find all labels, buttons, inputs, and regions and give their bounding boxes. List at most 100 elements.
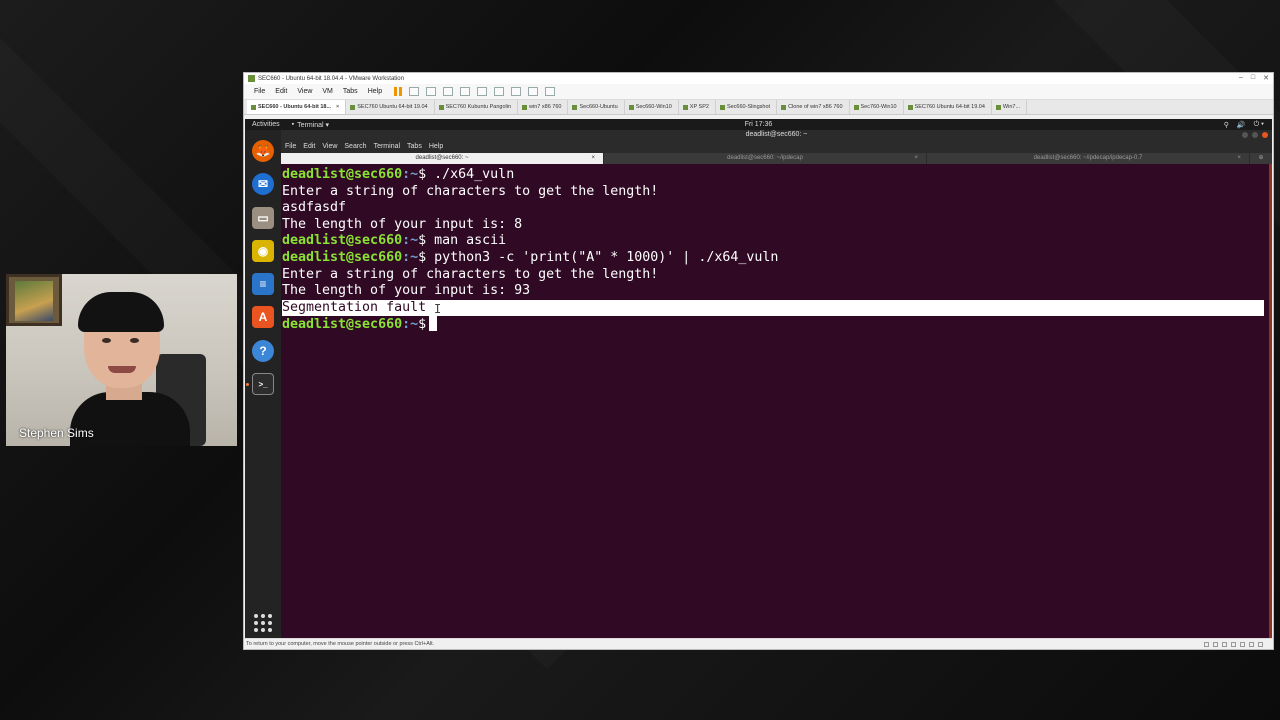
printer-icon[interactable]: [1249, 642, 1254, 647]
hdd-icon[interactable]: [1204, 642, 1209, 647]
vm-tab[interactable]: SEC760 Ubuntu 64-bit 19.04: [346, 100, 435, 114]
terminal-tab[interactable]: deadlist@sec660: ~ ×: [281, 153, 604, 164]
terminal-tabs: deadlist@sec660: ~ × deadlist@sec660: ~/i…: [281, 153, 1272, 164]
vm-icon: [719, 104, 725, 110]
term-menu-view[interactable]: View: [322, 143, 337, 150]
close-tab-icon[interactable]: ×: [1237, 153, 1241, 164]
term-menu-help[interactable]: Help: [429, 143, 443, 150]
firefox-icon[interactable]: 🦊: [252, 140, 274, 162]
vm-tab[interactable]: Sec660-Ubuntu: [568, 100, 625, 114]
term-menu-search[interactable]: Search: [344, 143, 366, 150]
terminal-line: Enter a string of characters to get the …: [282, 183, 659, 199]
unity-icon[interactable]: [511, 87, 522, 96]
terminal-line: The length of your input is: 8: [282, 216, 523, 232]
system-tray[interactable]: ⚲ 🔊 ⏻ ▾: [1224, 121, 1264, 129]
network-adapter-icon[interactable]: [1222, 642, 1227, 647]
vm-tab[interactable]: Win7...: [992, 100, 1028, 114]
close-tab-icon[interactable]: ×: [336, 104, 339, 110]
files-icon[interactable]: ▭: [252, 207, 274, 229]
cdrom-icon[interactable]: [1213, 642, 1218, 647]
minimize-button[interactable]: [1242, 132, 1248, 138]
close-button[interactable]: [1262, 132, 1268, 138]
menu-tabs[interactable]: Tabs: [339, 88, 362, 95]
terminal-prompt-line[interactable]: deadlist@sec660:~$: [282, 316, 1272, 333]
close-tab-icon[interactable]: ×: [591, 153, 595, 164]
menu-edit[interactable]: Edit: [271, 88, 291, 95]
vmware-statusbar: To return to your computer, move the mou…: [244, 638, 1273, 649]
menu-view[interactable]: View: [293, 88, 316, 95]
thunderbird-icon[interactable]: ✉: [252, 173, 274, 195]
network-icon: ⚲: [1223, 121, 1229, 129]
show-applications-icon[interactable]: [254, 614, 272, 632]
help-icon[interactable]: ?: [252, 340, 274, 362]
terminal-line: deadlist@sec660:~$ man ascii: [282, 233, 507, 249]
terminal-line: deadlist@sec660:~$ ./x64_vuln: [282, 167, 515, 182]
vmware-titlebar: SEC660 - Ubuntu 64-bit 18.04.4 - VMware …: [244, 73, 1273, 84]
running-indicator: [246, 383, 249, 386]
menu-vm[interactable]: VM: [318, 88, 337, 95]
text-cursor-icon: I: [434, 301, 442, 316]
sound-icon[interactable]: [1240, 642, 1245, 647]
stretch-icon[interactable]: [545, 87, 556, 96]
ubuntu-desktop: Activities ▪ Terminal ▾ Fri 17:36 ⚲ 🔊 ⏻ …: [245, 119, 1272, 639]
terminal-line: asdfasdf: [282, 200, 347, 216]
terminal-menubar: File Edit View Search Terminal Tabs Help: [281, 140, 1272, 153]
pause-icon[interactable]: [394, 87, 403, 96]
display-icon[interactable]: [1258, 642, 1263, 647]
vmware-window: SEC660 - Ubuntu 64-bit 18.04.4 - VMware …: [243, 72, 1274, 650]
maximize-icon[interactable]: □: [1251, 74, 1255, 82]
terminal-line: Enter a string of characters to get the …: [282, 266, 659, 282]
terminal-tab[interactable]: deadlist@sec660: ~/ipdecap ×: [604, 153, 927, 164]
console-icon[interactable]: [528, 87, 539, 96]
vm-icon: [251, 104, 256, 110]
vm-tab[interactable]: win7 x86 760: [518, 100, 569, 114]
vm-icon: [628, 104, 634, 110]
vm-tab[interactable]: Clone of win7 x86 760: [777, 100, 850, 114]
term-menu-file[interactable]: File: [285, 143, 296, 150]
fullscreen-icon[interactable]: [494, 87, 505, 96]
thumbnail-icon[interactable]: [477, 87, 488, 96]
vm-tab[interactable]: SEC660 - Ubuntu 64-bit 18... ×: [247, 100, 347, 114]
vm-tab[interactable]: Sec660-Win10: [625, 100, 679, 114]
snapshot-manager-icon[interactable]: [443, 87, 454, 96]
revert-icon[interactable]: [426, 87, 437, 96]
menu-help[interactable]: Help: [364, 88, 386, 95]
close-icon[interactable]: ✕: [1263, 74, 1269, 82]
vm-tab[interactable]: Sec660-Slingshot: [716, 100, 778, 114]
close-tab-icon[interactable]: ×: [914, 153, 918, 164]
menu-file[interactable]: File: [250, 88, 269, 95]
new-tab-icon[interactable]: ⊕: [1250, 153, 1272, 164]
vm-icon: [350, 104, 356, 110]
minimize-icon[interactable]: –: [1239, 74, 1243, 82]
vm-tab[interactable]: SEC760 Kubuntu Pangolin: [435, 100, 519, 114]
vm-tab[interactable]: SEC760 Ubuntu 64-bit 19.04: [904, 100, 992, 114]
rhythmbox-icon[interactable]: ◉: [252, 240, 274, 262]
ubuntu-dock: 🦊 ✉ ▭ ◉ ≡ A ? >_: [245, 130, 281, 639]
terminal-icon[interactable]: >_: [252, 373, 274, 395]
vm-icon: [781, 104, 787, 110]
library-icon[interactable]: [460, 87, 471, 96]
term-menu-terminal[interactable]: Terminal: [374, 143, 400, 150]
maximize-button[interactable]: [1252, 132, 1258, 138]
terminal-small-icon: ▪: [291, 121, 295, 128]
app-menu[interactable]: ▪ Terminal ▾: [292, 121, 329, 129]
scrollbar[interactable]: [1269, 164, 1272, 639]
usb-icon[interactable]: [1231, 642, 1236, 647]
software-icon[interactable]: A: [252, 306, 274, 328]
terminal-tab[interactable]: deadlist@sec660: ~/ipdecap/ipdecap-0.7 ×: [927, 153, 1250, 164]
terminal-line: deadlist@sec660:~$ python3 -c 'print("A"…: [282, 249, 779, 265]
vm-tab[interactable]: Sec760-Win10: [850, 100, 904, 114]
writer-icon[interactable]: ≡: [252, 273, 274, 295]
clock[interactable]: Fri 17:36: [745, 121, 773, 128]
snapshot-icon[interactable]: [409, 87, 420, 96]
presenter-cap: [78, 292, 164, 332]
vm-tab[interactable]: XP SP2: [679, 100, 716, 114]
terminal-titlebar: deadlist@sec660: ~: [281, 130, 1272, 140]
wall-picture: [6, 274, 62, 326]
webcam-feed: Stephen Sims: [6, 274, 237, 446]
activities-button[interactable]: Activities: [252, 121, 280, 128]
term-menu-edit[interactable]: Edit: [303, 143, 315, 150]
term-menu-tabs[interactable]: Tabs: [407, 143, 422, 150]
terminal-output[interactable]: deadlist@sec660:~$ ./x64_vuln Enter a st…: [281, 164, 1272, 333]
terminal-line: The length of your input is: 93: [282, 283, 531, 299]
